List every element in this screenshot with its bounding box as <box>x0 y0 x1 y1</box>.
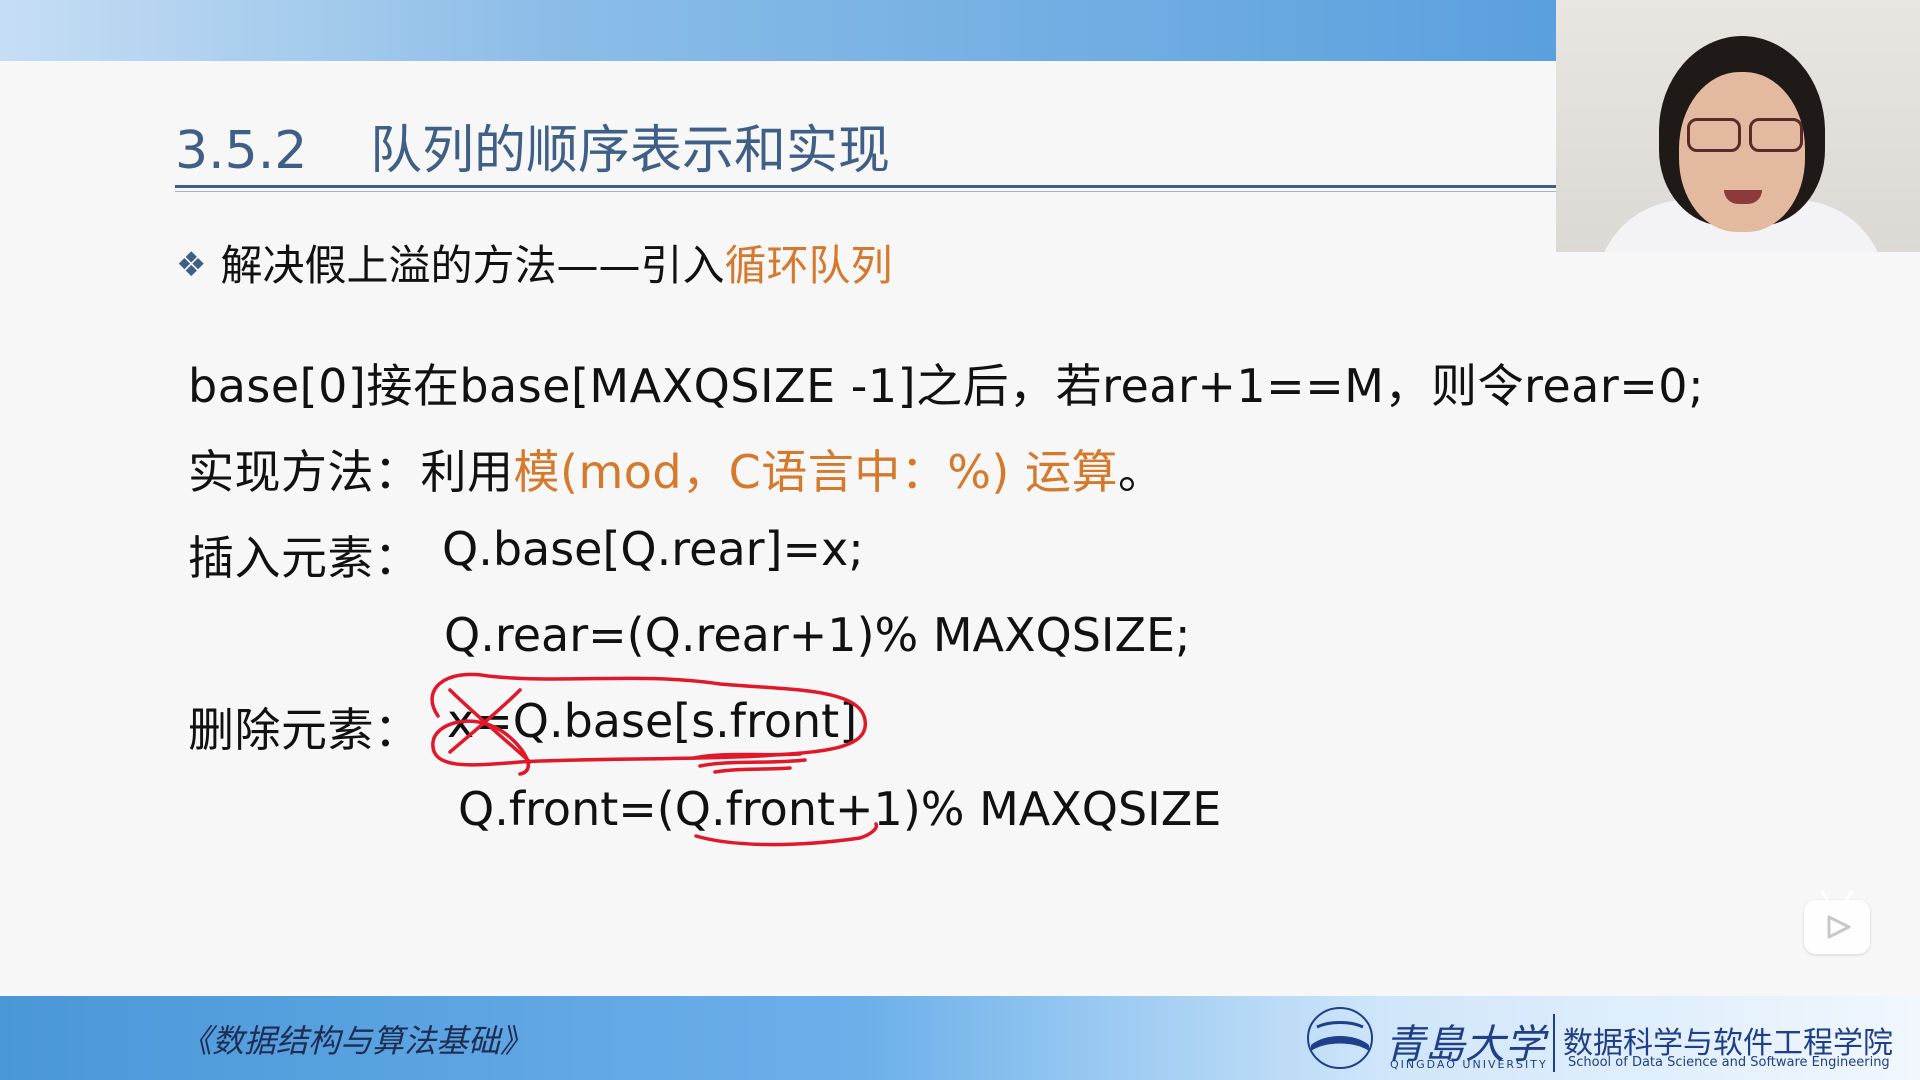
webcam-feed <box>1556 0 1920 252</box>
method-suffix: 。 <box>1118 445 1165 499</box>
section-number: 3.5.2 <box>175 121 308 181</box>
play-button[interactable] <box>1804 890 1870 954</box>
play-button-ear-right <box>1843 890 1854 904</box>
slide-title: 3.5.2 队列的顺序表示和实现 <box>175 108 890 183</box>
bullet-point: ❖ 解决假上溢的方法——引入循环队列 <box>176 232 893 293</box>
footer-divider <box>1553 1014 1555 1072</box>
title-underline-thin <box>175 191 1556 192</box>
header-band <box>0 0 1556 61</box>
insert-code-2: Q.rear=(Q.rear+1)% MAXQSIZE; <box>444 608 1191 662</box>
underline-front-annotation <box>692 752 807 774</box>
wraparound-rule: base[0]接在base[MAXQSIZE -1]之后，若rear+1==M，… <box>188 359 1705 413</box>
school-name-en: School of Data Science and Software Engi… <box>1568 1055 1890 1070</box>
bullet-highlight: 循环队列 <box>724 241 893 290</box>
play-icon <box>1827 915 1851 939</box>
insert-label: 插入元素： <box>188 531 421 585</box>
diamond-bullet-icon: ❖ <box>176 245 207 285</box>
delete-label: 删除元素： <box>188 703 421 757</box>
delete-code-2: Q.front=(Q.front+1)% MAXQSIZE <box>458 782 1222 836</box>
insert-code-1: Q.base[Q.rear]=x; <box>442 522 864 576</box>
bullet-text: 解决假上溢的方法——引入 <box>220 241 725 290</box>
presenter-glasses-left <box>1687 118 1741 152</box>
delete-code-1: x=Q.base[s.front] <box>447 694 858 748</box>
university-name-en: QINGDAO UNIVERSITY <box>1390 1058 1548 1071</box>
method-prefix: 实现方法：利用 <box>188 445 514 499</box>
play-button-ear-left <box>1820 890 1831 904</box>
presenter-face <box>1679 72 1805 232</box>
book-title: 《数据结构与算法基础》 <box>180 1022 533 1060</box>
university-logo-icon <box>1307 1007 1373 1069</box>
section-title: 队列的顺序表示和实现 <box>370 121 891 181</box>
title-underline <box>175 185 1556 188</box>
method-highlight: 模(mod，C语言中：%) 运算 <box>513 445 1118 499</box>
method-line: 实现方法：利用模(mod，C语言中：%) 运算。 <box>188 436 1165 502</box>
presenter-glasses-right <box>1749 118 1803 152</box>
